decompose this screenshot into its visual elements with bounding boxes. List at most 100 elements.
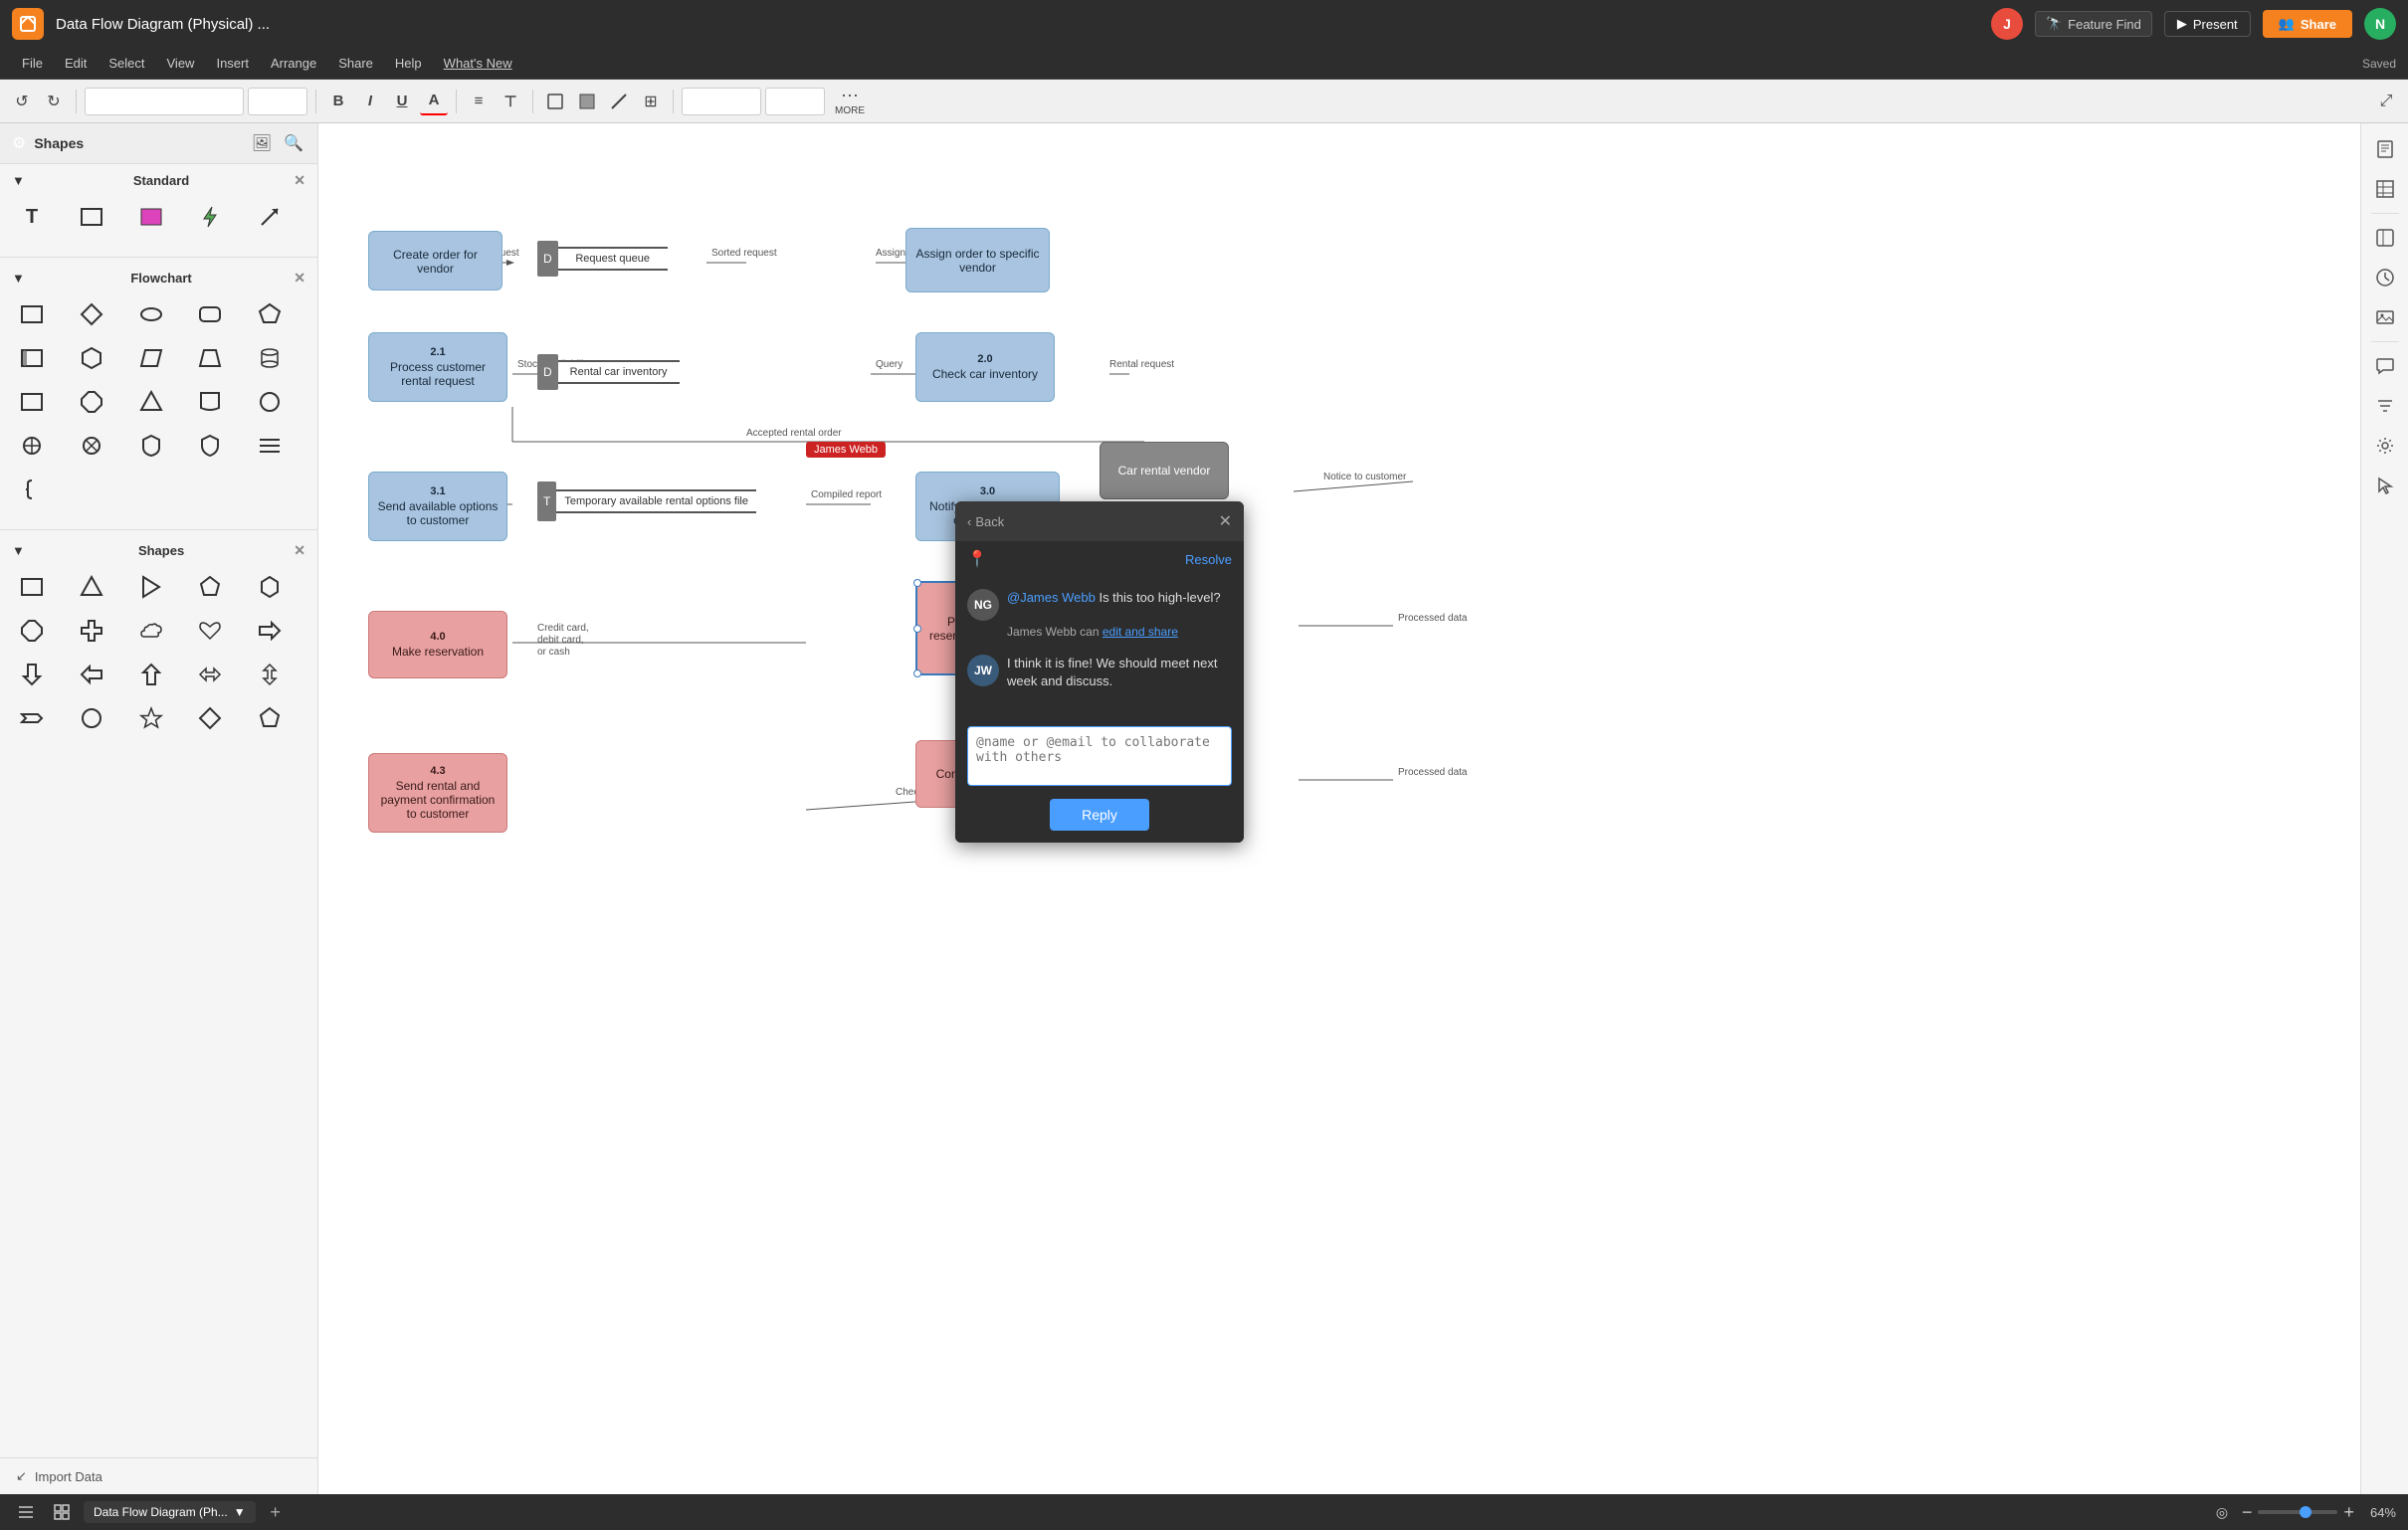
standard-section-close[interactable]: ✕ [294,172,305,189]
tab-label[interactable]: Data Flow Diagram (Ph... ▼ [84,1501,256,1523]
shapes-section-header[interactable]: ▼ Shapes ✕ [12,542,305,559]
menu-arrange[interactable]: Arrange [261,52,326,75]
menu-select[interactable]: Select [99,52,154,75]
fc-document[interactable] [190,382,230,422]
resolve-button[interactable]: Resolve [1185,552,1232,567]
node-40[interactable]: 4.0 Make reservation [368,611,507,678]
close-comment-button[interactable]: ✕ [1219,511,1232,531]
node-20[interactable]: 2.0 Check car inventory [915,332,1055,402]
font-select[interactable]: Liberation Sans ▼ [85,88,244,115]
menu-help[interactable]: Help [385,52,432,75]
node-43[interactable]: 4.3 Send rental and payment confirmation… [368,753,507,833]
s-pentagon[interactable] [190,567,230,607]
italic-button[interactable]: I [356,88,384,115]
s-arrow-right[interactable] [250,611,290,651]
s-rect[interactable] [12,567,52,607]
shape-button[interactable] [541,88,569,115]
share-button[interactable]: 👥 Share [2263,10,2352,38]
comment-input[interactable] [967,726,1232,786]
s-rtriangle[interactable] [131,567,171,607]
fc-triangle[interactable] [131,382,171,422]
zoom-slider-thumb[interactable] [2300,1506,2311,1518]
node-31[interactable]: 3.1 Send available options to customer [368,472,507,541]
right-panel-image-btn[interactable] [2367,299,2403,335]
zoom-minus-btn[interactable]: − [2242,1502,2253,1523]
zoom-slider-track[interactable] [2258,1510,2337,1514]
underline-button[interactable]: U [388,88,416,115]
fc-diamond[interactable] [72,294,111,334]
fc-rounded-rect[interactable] [190,294,230,334]
s-cloud[interactable] [131,611,171,651]
line-width-select[interactable]: 1 px ▼ [765,88,825,115]
fc-shield2[interactable] [190,426,230,466]
s-star[interactable] [131,698,171,738]
fc-octagon[interactable] [72,382,111,422]
fc-parallelogram[interactable] [131,338,171,378]
filled-rect-shape[interactable] [131,197,171,237]
text-shape[interactable]: T [12,197,52,237]
fc-lines[interactable] [250,426,290,466]
fc-ellipse[interactable] [131,294,171,334]
right-panel-settings-btn[interactable] [2367,428,2403,464]
align-button[interactable]: ≡ [465,88,493,115]
node-21[interactable]: 2.1 Process customer rental request [368,332,507,402]
reply-button[interactable]: Reply [1050,799,1149,831]
datastore-rental-inventory[interactable]: D Rental car inventory [537,354,680,390]
s-arrow-up[interactable] [131,655,171,694]
fc-circle[interactable] [250,382,290,422]
s-arrow-down[interactable] [12,655,52,694]
standard-section-header[interactable]: ▼ Standard ✕ [12,172,305,189]
target-icon[interactable]: ◎ [2208,1498,2236,1526]
rectangle-shape[interactable] [72,197,111,237]
undo-button[interactable]: ↺ [8,88,36,115]
line-style-select[interactable]: —— ▼ [682,88,761,115]
present-button[interactable]: ▶ Present [2164,11,2251,37]
flowchart-section-header[interactable]: ▼ Flowchart ✕ [12,270,305,287]
datastore-temp-file[interactable]: T Temporary available rental options fil… [537,481,756,521]
fc-braces[interactable] [12,470,52,509]
fc-rect[interactable] [12,294,52,334]
redo-button[interactable]: ↻ [40,88,68,115]
right-panel-table-btn[interactable] [2367,171,2403,207]
s-pentagon2[interactable] [250,698,290,738]
canvas-area[interactable]: Order request Sorted request Assigned re… [318,123,2360,1494]
font-color-button[interactable]: A [420,88,448,115]
node-create-order[interactable]: Create order for vendor [368,231,502,290]
right-panel-chat-btn[interactable] [2367,348,2403,384]
add-tab-button[interactable]: + [264,1500,288,1524]
node-car-vendor[interactable]: Car rental vendor [1100,442,1229,499]
fc-pentagon[interactable] [250,294,290,334]
s-circle[interactable] [72,698,111,738]
extra-button[interactable]: ⊞ [637,88,665,115]
zoom-slider[interactable] [2258,1510,2337,1514]
app-logo[interactable] [12,8,44,40]
text-align-button[interactable]: ⊤ [497,88,524,115]
s-arrow-left[interactable] [72,655,111,694]
lightning-shape[interactable] [190,197,230,237]
fc-cylinder[interactable] [250,338,290,378]
s-arrow-ud[interactable] [250,655,290,694]
node-assign-order[interactable]: Assign order to specific vendor [905,228,1050,292]
back-button[interactable]: ‹ Back [967,514,1004,529]
search-icon[interactable]: 🔍 [282,131,305,155]
s-diamond[interactable] [190,698,230,738]
fc-crosshair[interactable] [12,426,52,466]
fullscreen-button[interactable]: ⤢ [2372,88,2400,115]
menu-view[interactable]: View [157,52,205,75]
right-panel-page-btn[interactable] [2367,131,2403,167]
font-size-select[interactable]: 7 pt ▼ [248,88,307,115]
import-data-button[interactable]: ↙ Import Data [0,1457,317,1494]
arrow-shape[interactable] [250,197,290,237]
s-cross[interactable] [72,611,111,651]
right-panel-clock-btn[interactable] [2367,260,2403,295]
menu-whats-new[interactable]: What's New [434,52,522,75]
right-panel-cursor-btn[interactable] [2367,468,2403,503]
fc-trapezoid[interactable] [190,338,230,378]
shapes-section-close[interactable]: ✕ [294,542,305,559]
fc-hexagon[interactable] [72,338,111,378]
right-panel-panel-btn[interactable] [2367,220,2403,256]
s-triangle[interactable] [72,567,111,607]
s-hexagon[interactable] [250,567,290,607]
fc-rect3[interactable] [12,382,52,422]
menu-file[interactable]: File [12,52,53,75]
